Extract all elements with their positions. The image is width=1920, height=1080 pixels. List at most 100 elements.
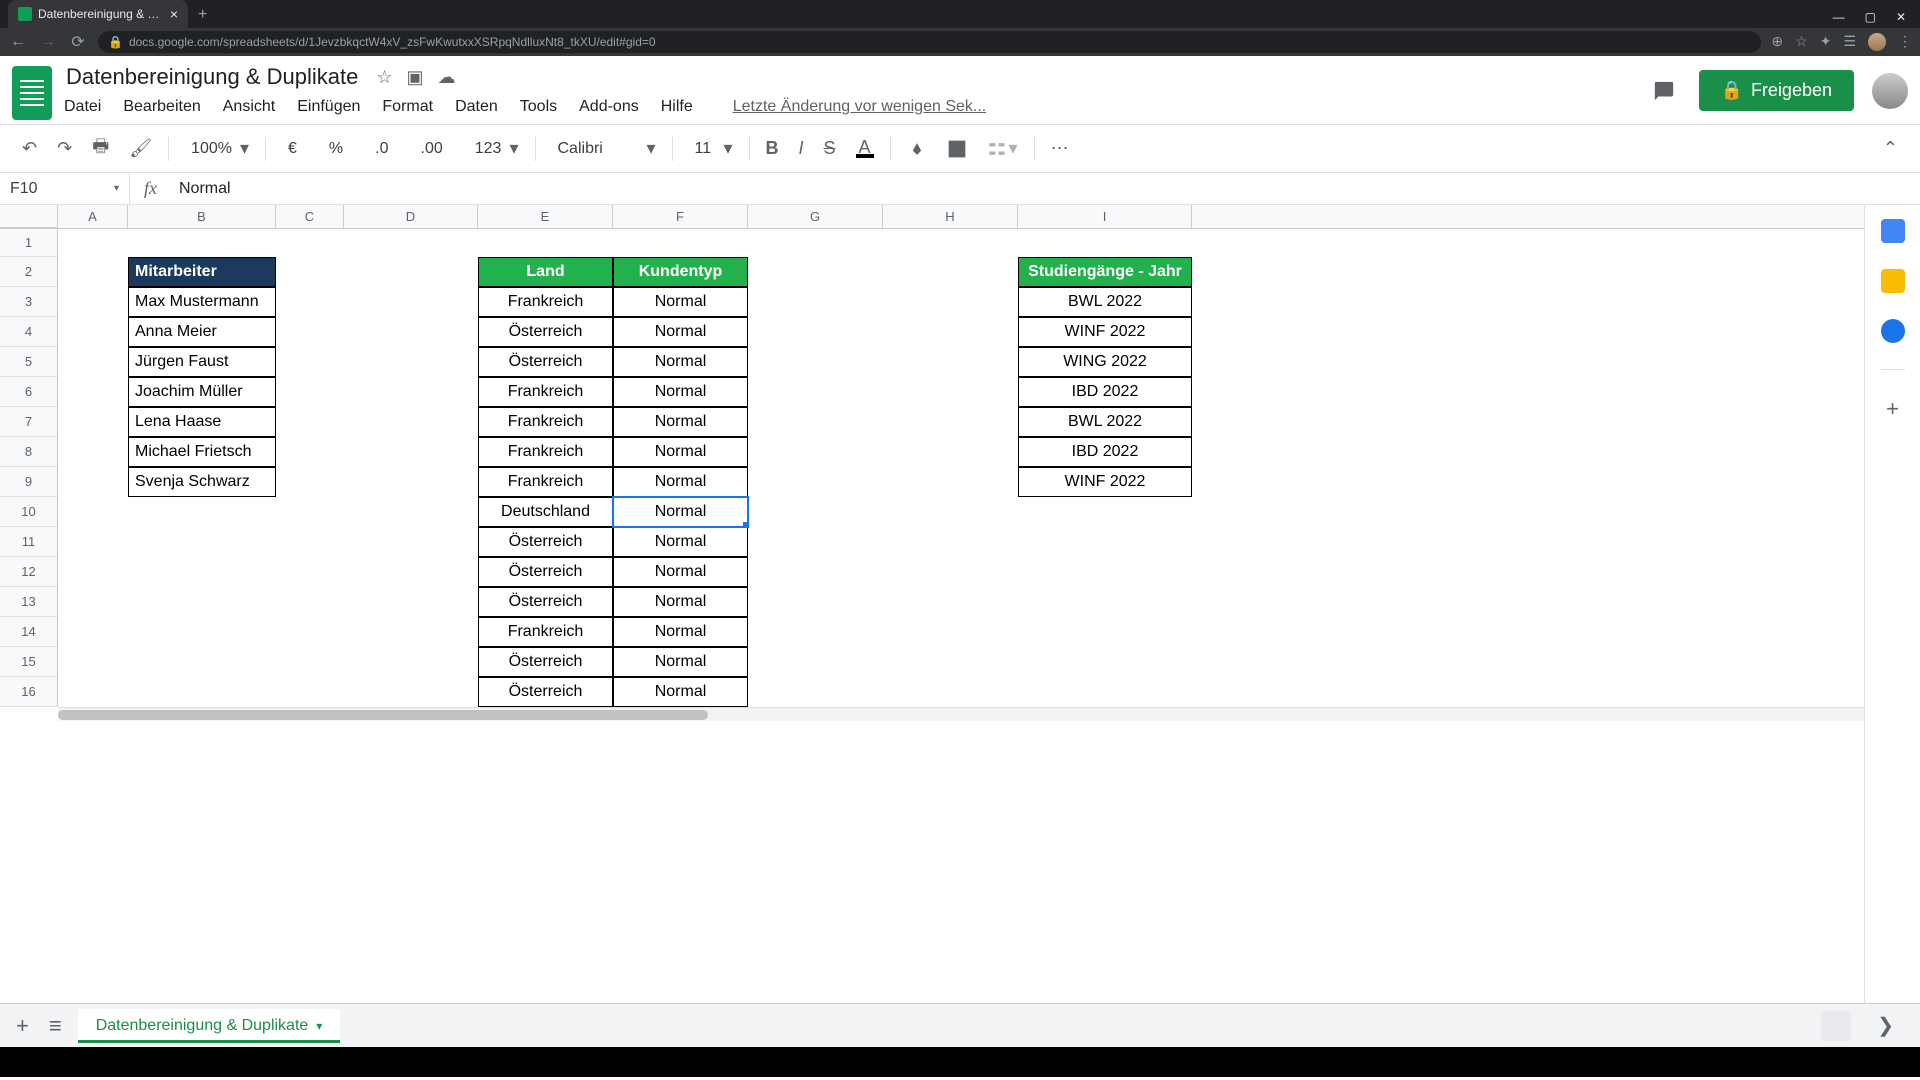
cell-C4[interactable] [276,317,344,347]
minimize-icon[interactable]: — [1833,10,1845,24]
expand-side-panel-button[interactable]: ❯ [1863,1013,1908,1038]
cell-B9[interactable]: Svenja Schwarz [128,467,276,497]
comments-button[interactable] [1647,76,1681,106]
formula-input[interactable]: Normal [171,178,1920,200]
row-header-8[interactable]: 8 [0,437,57,467]
cell-G12[interactable] [748,557,883,587]
font-select[interactable]: Calibri▾ [544,132,664,165]
cell-C3[interactable] [276,287,344,317]
cell-E2[interactable]: Land [478,257,613,287]
cell-A12[interactable] [58,557,128,587]
cell-F5[interactable]: Normal [613,347,748,377]
reload-button[interactable]: ⟳ [68,32,88,52]
cell-D10[interactable] [344,497,478,527]
address-bar[interactable]: 🔒 docs.google.com/spreadsheets/d/1Jevzbk… [98,31,1761,53]
cell-H16[interactable] [883,677,1018,707]
cell-B2[interactable]: Mitarbeiter [128,257,276,287]
cell-B15[interactable] [128,647,276,677]
cell-I6[interactable]: IBD 2022 [1018,377,1192,407]
percent-button[interactable]: % [315,134,357,164]
cell-I9[interactable]: WINF 2022 [1018,467,1192,497]
last-edit-link[interactable]: Letzte Änderung vor wenigen Sek... [733,98,987,116]
cell-E16[interactable]: Österreich [478,677,613,707]
move-doc-icon[interactable]: ▣ [406,67,423,88]
cell-A10[interactable] [58,497,128,527]
cell-H6[interactable] [883,377,1018,407]
cell-C11[interactable] [276,527,344,557]
cell-A1[interactable] [58,229,128,257]
col-header-F[interactable]: F [613,205,748,228]
cell-F16[interactable]: Normal [613,677,748,707]
cell-F6[interactable]: Normal [613,377,748,407]
name-box[interactable]: F10▾ [0,173,130,204]
menu-datei[interactable]: Datei [64,98,101,116]
row-header-3[interactable]: 3 [0,287,57,317]
cell-G8[interactable] [748,437,883,467]
cell-B11[interactable] [128,527,276,557]
cell-E14[interactable]: Frankreich [478,617,613,647]
print-button[interactable]: 🖶 [84,128,117,170]
cell-D7[interactable] [344,407,478,437]
browser-tab[interactable]: Datenbereinigung & Duplikate - × [8,0,188,28]
cell-I8[interactable]: IBD 2022 [1018,437,1192,467]
cell-F7[interactable]: Normal [613,407,748,437]
cell-H7[interactable] [883,407,1018,437]
cell-B3[interactable]: Max Mustermann [128,287,276,317]
cell-I12[interactable] [1018,557,1192,587]
cell-H4[interactable] [883,317,1018,347]
row-header-1[interactable]: 1 [0,229,57,257]
close-window-icon[interactable]: ✕ [1896,10,1906,24]
cell-C12[interactable] [276,557,344,587]
increase-decimal-button[interactable]: .00 [407,134,457,164]
tasks-addon-icon[interactable] [1881,319,1905,343]
row-header-6[interactable]: 6 [0,377,57,407]
row-header-7[interactable]: 7 [0,407,57,437]
cell-C10[interactable] [276,497,344,527]
cell-A7[interactable] [58,407,128,437]
cell-D6[interactable] [344,377,478,407]
borders-button[interactable] [939,133,975,165]
row-header-4[interactable]: 4 [0,317,57,347]
cell-B7[interactable]: Lena Haase [128,407,276,437]
row-header-15[interactable]: 15 [0,647,57,677]
cell-D13[interactable] [344,587,478,617]
cell-D12[interactable] [344,557,478,587]
cell-C1[interactable] [276,229,344,257]
cell-G9[interactable] [748,467,883,497]
menu-add-ons[interactable]: Add-ons [579,98,639,116]
cell-D2[interactable] [344,257,478,287]
sheet-tab-menu-icon[interactable]: ▾ [316,1019,322,1033]
cell-H1[interactable] [883,229,1018,257]
number-format-select[interactable]: 123▾ [461,132,527,165]
cell-E9[interactable]: Frankreich [478,467,613,497]
col-header-H[interactable]: H [883,205,1018,228]
cell-E4[interactable]: Österreich [478,317,613,347]
profile-icon[interactable] [1868,33,1886,51]
menu-einfügen[interactable]: Einfügen [297,98,360,116]
cell-A6[interactable] [58,377,128,407]
star-icon[interactable]: ☆ [1795,33,1808,51]
row-header-2[interactable]: 2 [0,257,57,287]
menu-tools[interactable]: Tools [520,98,557,116]
col-header-I[interactable]: I [1018,205,1192,228]
cell-A13[interactable] [58,587,128,617]
currency-button[interactable]: € [274,134,311,164]
cell-A11[interactable] [58,527,128,557]
cell-H8[interactable] [883,437,1018,467]
cell-H3[interactable] [883,287,1018,317]
menu-daten[interactable]: Daten [455,98,498,116]
cell-A3[interactable] [58,287,128,317]
cell-D5[interactable] [344,347,478,377]
cloud-status-icon[interactable]: ☁ [437,67,455,88]
menu-icon[interactable]: ⋮ [1898,33,1912,51]
collapse-toolbar-button[interactable]: ⌃ [1875,132,1906,165]
cell-F14[interactable]: Normal [613,617,748,647]
cell-F1[interactable] [613,229,748,257]
cell-H11[interactable] [883,527,1018,557]
cell-E6[interactable]: Frankreich [478,377,613,407]
cell-I16[interactable] [1018,677,1192,707]
cell-A15[interactable] [58,647,128,677]
cell-A8[interactable] [58,437,128,467]
cell-A5[interactable] [58,347,128,377]
cell-G5[interactable] [748,347,883,377]
